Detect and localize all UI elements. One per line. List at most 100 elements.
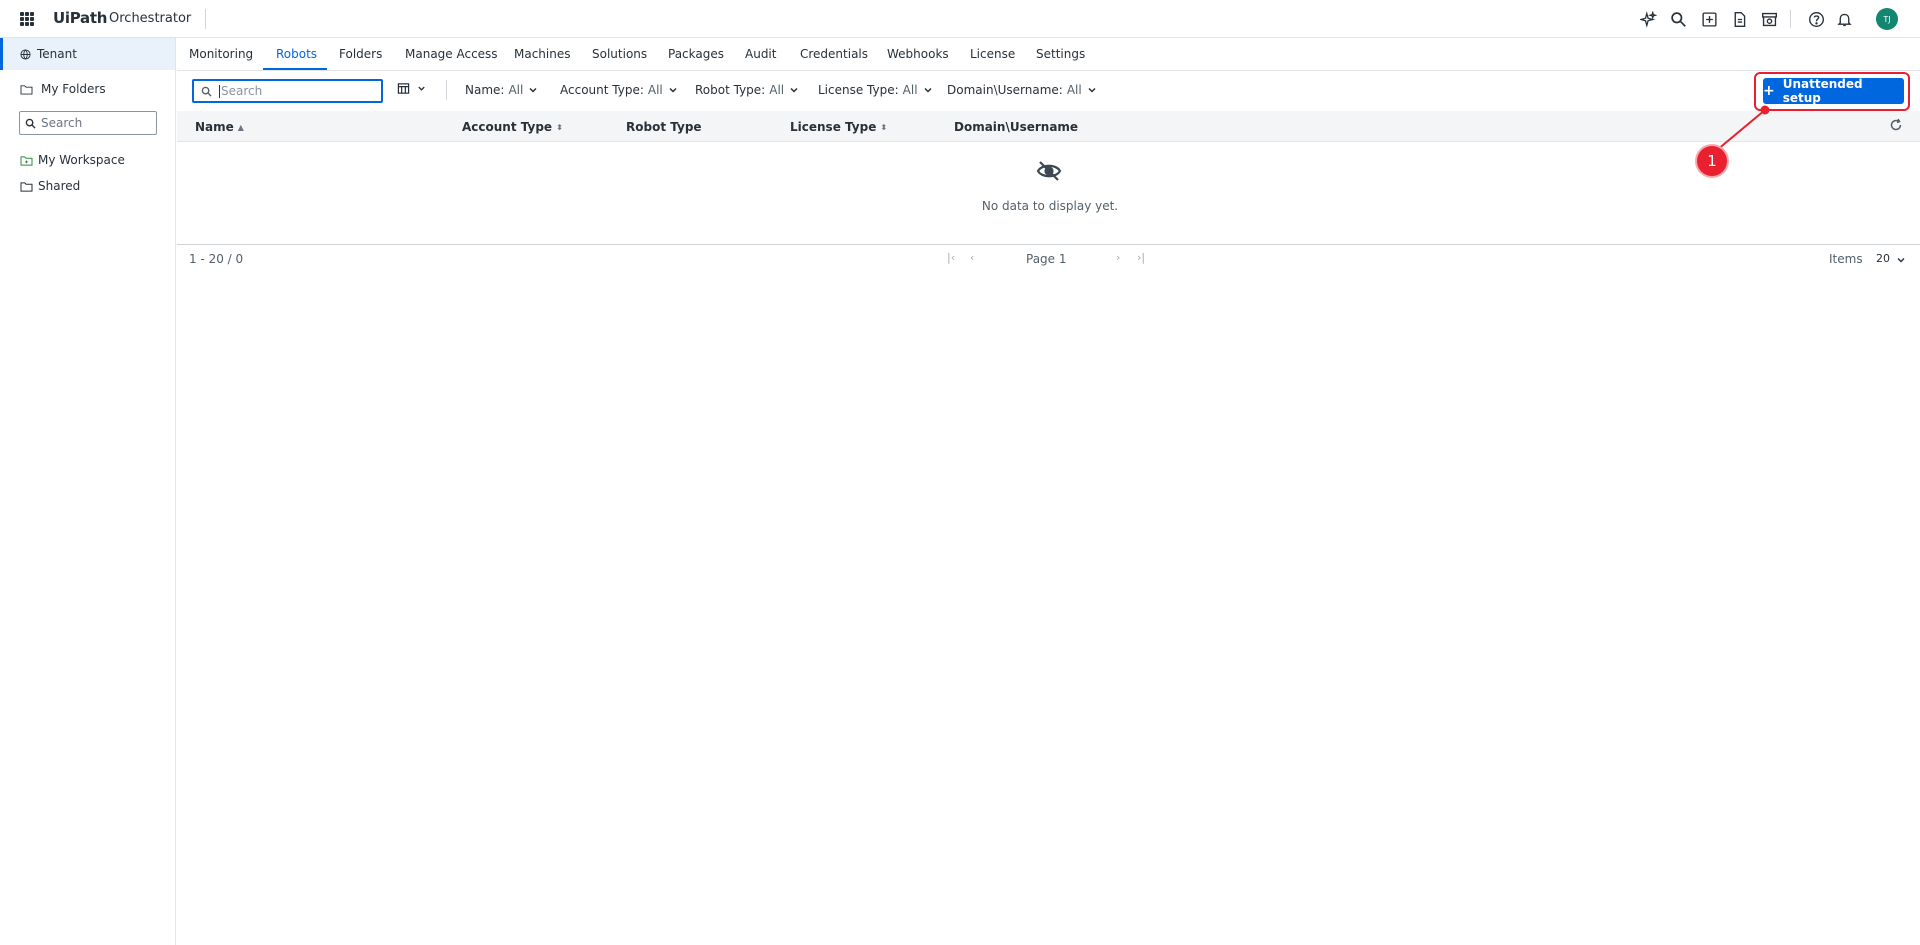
chevron-down-icon — [924, 87, 932, 93]
tab-license[interactable]: License — [970, 47, 1015, 61]
my-workspace-label: My Workspace — [38, 153, 125, 167]
sidebar-item-my-workspace[interactable]: My Workspace — [20, 153, 125, 167]
my-folders-label: My Folders — [41, 82, 106, 96]
tenant-label: Tenant — [37, 47, 77, 61]
column-header-domain-username: Domain\Username — [954, 120, 1078, 134]
column-header-license-type-label: License Type — [790, 120, 877, 134]
my-folders-heading[interactable]: My Folders — [20, 82, 106, 96]
sidebar-item-shared[interactable]: Shared — [20, 179, 80, 193]
sort-icon: ⬍ — [556, 122, 563, 132]
active-tab-indicator — [263, 68, 327, 70]
filter-account-type[interactable]: Account Type: All — [560, 83, 678, 97]
apps-grid-icon[interactable] — [20, 12, 34, 26]
logo-path: Path — [69, 9, 108, 27]
chevron-down-icon[interactable] — [1896, 255, 1906, 265]
globe-icon — [20, 48, 31, 60]
text-caret — [219, 84, 220, 98]
filter-name-label: Name: — [465, 83, 505, 97]
table-columns-icon — [397, 83, 410, 94]
chevron-down-icon — [790, 87, 798, 93]
first-page-icon[interactable]: |‹ — [947, 251, 955, 264]
eye-off-icon — [1036, 161, 1062, 181]
column-header-robot-type: Robot Type — [626, 120, 702, 134]
filter-robot-type-label: Robot Type: — [695, 83, 766, 97]
help-icon[interactable] — [1806, 9, 1826, 29]
filter-divider — [446, 80, 447, 100]
tab-credentials[interactable]: Credentials — [800, 47, 868, 61]
product-name: Orchestrator — [109, 11, 192, 26]
column-header-license-type[interactable]: License Type ⬍ — [790, 120, 887, 134]
filter-robot-type[interactable]: Robot Type: All — [695, 83, 799, 97]
items-per-page-select[interactable]: 20 — [1876, 252, 1890, 265]
workspace-folder-icon — [20, 155, 33, 166]
tab-webhooks[interactable]: Webhooks — [887, 47, 949, 61]
items-per-page-label: Items — [1829, 252, 1863, 266]
chevron-down-icon — [418, 86, 425, 91]
robots-search-input[interactable]: Search — [192, 79, 383, 103]
tab-robots[interactable]: Robots — [276, 47, 317, 61]
sidebar-item-tenant[interactable]: Tenant — [0, 38, 175, 70]
folder-sidebar: Tenant My Folders Search My Workspace Sh… — [0, 38, 176, 945]
tab-manage-access[interactable]: Manage Access — [405, 47, 498, 61]
sort-icon: ⬍ — [880, 122, 888, 132]
filter-license-type-label: License Type: — [818, 83, 899, 97]
column-picker-button[interactable] — [397, 82, 426, 95]
header-divider-right — [1790, 10, 1791, 28]
annotation-highlight-box — [1754, 72, 1910, 111]
filter-account-type-label: Account Type: — [560, 83, 644, 97]
search-icon — [25, 118, 36, 129]
filter-domain-username[interactable]: Domain\Username: All — [947, 83, 1097, 97]
document-icon[interactable] — [1729, 9, 1749, 29]
table-bottom-border — [177, 244, 1920, 245]
column-header-account-type-label: Account Type — [462, 120, 553, 134]
search-icon[interactable] — [1668, 9, 1688, 29]
bell-icon[interactable] — [1834, 9, 1854, 29]
folder-search-input[interactable]: Search — [19, 111, 157, 135]
filter-name-value: All — [508, 83, 524, 97]
page-indicator: Page 1 — [1026, 252, 1067, 266]
store-icon[interactable] — [1759, 9, 1779, 29]
search-icon — [201, 86, 212, 97]
annotation-step-badge: 1 — [1697, 146, 1727, 176]
header-divider — [205, 9, 206, 29]
top-header: UiPath Orchestrator TJ — [0, 0, 1920, 38]
filter-account-type-value: All — [647, 83, 663, 97]
user-avatar[interactable]: TJ — [1876, 8, 1898, 30]
filter-domain-username-value: All — [1066, 83, 1082, 97]
refresh-icon[interactable] — [1889, 118, 1903, 132]
chevron-down-icon — [1088, 87, 1096, 93]
folder-outline-icon — [20, 84, 33, 95]
shared-label: Shared — [38, 179, 81, 193]
tab-audit[interactable]: Audit — [745, 47, 776, 61]
column-header-name-label: Name — [195, 120, 234, 134]
column-header-account-type[interactable]: Account Type ⬍ — [462, 120, 563, 134]
tab-settings[interactable]: Settings — [1036, 47, 1085, 61]
tab-monitoring[interactable]: Monitoring — [189, 47, 253, 61]
tab-solutions[interactable]: Solutions — [592, 47, 647, 61]
filter-robot-type-value: All — [769, 83, 785, 97]
prev-page-icon[interactable]: ‹ — [970, 251, 974, 264]
last-page-icon[interactable]: ›| — [1137, 251, 1145, 264]
filter-license-type-value: All — [902, 83, 918, 97]
pagination-range: 1 - 20 / 0 — [189, 252, 244, 266]
filter-license-type[interactable]: License Type: All — [818, 83, 933, 97]
filter-name[interactable]: Name: All — [465, 83, 538, 97]
column-header-robot-type-label: Robot Type — [626, 120, 702, 134]
robots-search-placeholder: Search — [221, 84, 263, 98]
chevron-down-icon — [529, 87, 537, 93]
folder-icon — [20, 181, 33, 192]
add-box-icon[interactable] — [1699, 9, 1719, 29]
folder-search-placeholder: Search — [41, 116, 83, 130]
empty-state-text: No data to display yet. — [981, 199, 1119, 213]
chevron-down-icon — [669, 87, 677, 93]
next-page-icon[interactable]: › — [1116, 251, 1120, 264]
sort-asc-icon: ▲ — [237, 122, 244, 132]
tab-folders[interactable]: Folders — [339, 47, 382, 61]
uipath-logo[interactable]: UiPath — [53, 9, 107, 27]
tab-machines[interactable]: Machines — [514, 47, 570, 61]
filter-domain-username-label: Domain\Username: — [947, 83, 1063, 97]
tab-packages[interactable]: Packages — [668, 47, 724, 61]
column-header-domain-username-label: Domain\Username — [954, 120, 1079, 134]
autopilot-sparkle-icon[interactable] — [1638, 9, 1658, 29]
column-header-name[interactable]: Name ▲ — [195, 120, 244, 134]
